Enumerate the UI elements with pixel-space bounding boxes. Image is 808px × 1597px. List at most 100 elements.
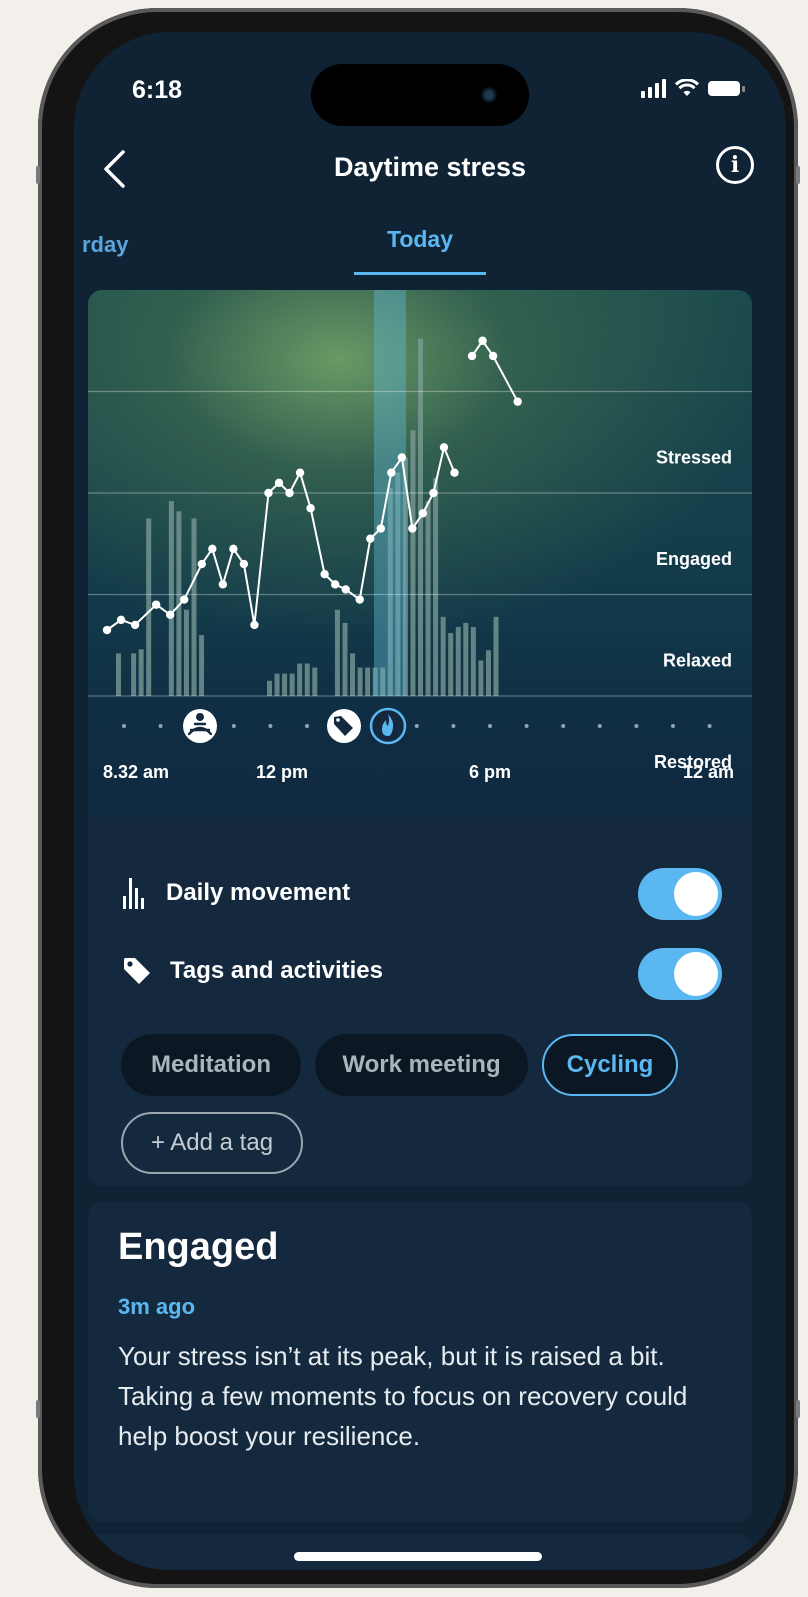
stress-point (306, 504, 315, 513)
stress-point (355, 595, 364, 604)
daily-movement-toggle[interactable] (638, 868, 722, 920)
stress-status-card: Engaged 3m ago Your stress isn’t at its … (88, 1202, 752, 1522)
timeline-dot (671, 724, 675, 728)
stress-point (320, 570, 329, 579)
status-icons (641, 78, 745, 98)
movement-bar (138, 649, 144, 696)
movement-bar (463, 622, 469, 696)
tag-icon[interactable] (327, 709, 361, 743)
status-time: 6:18 (132, 76, 183, 104)
stress-line (471, 339, 519, 403)
movement-bar (304, 663, 310, 696)
movement-bar (440, 616, 446, 696)
movement-bar (448, 633, 454, 696)
movement-bar (191, 518, 197, 696)
cellular-signal-icon (641, 78, 666, 98)
stress-point (467, 351, 477, 361)
movement-bar (478, 660, 484, 696)
toggle-label: Daily movement (166, 879, 351, 906)
movement-bar (410, 430, 416, 696)
chart-options-panel: Daily movement Tags and activities Medit… (88, 818, 752, 1186)
tags-activities-row: Tags and activities (122, 956, 383, 986)
dynamic-island (311, 64, 529, 126)
tab-yesterday[interactable]: rday (82, 232, 128, 258)
level-label: Relaxed (663, 651, 732, 671)
stress-point (102, 625, 112, 635)
timeline-dot (597, 724, 602, 728)
stress-point (397, 453, 407, 462)
timeline-dot (122, 724, 126, 728)
timeline-dot (305, 724, 309, 728)
add-tag-button[interactable]: + Add a tag (121, 1112, 303, 1174)
stress-point (341, 585, 350, 594)
tag-chip-meditation[interactable]: Meditation (121, 1034, 301, 1096)
movement-bar (493, 616, 499, 696)
movement-bar (365, 667, 371, 696)
movement-bar (199, 635, 205, 696)
movement-bar (334, 609, 340, 696)
stress-point (166, 610, 175, 619)
x-tick-label: 8.32 am (103, 762, 169, 782)
tag-chip-work-meeting[interactable]: Work meeting (315, 1034, 528, 1096)
timeline-dot (488, 724, 492, 728)
movement-bar (470, 626, 476, 696)
stress-point (250, 620, 259, 630)
level-label: Engaged (656, 549, 732, 569)
stress-point (239, 559, 249, 569)
stress-point (229, 544, 238, 554)
tag-icon (124, 958, 150, 984)
page-title: Daytime stress (333, 152, 527, 182)
tags-activities-toggle[interactable] (638, 948, 722, 1000)
tag-chip-cycling[interactable]: Cycling (542, 1034, 678, 1096)
stress-chart-svg: StressedEngagedRelaxedRestored 8.32 am 12… (88, 290, 752, 782)
screen: 6:18 Daytime stress i rday Today Stresse… (74, 32, 786, 1570)
stress-chart[interactable]: Stressed Engaged Relaxed Restored 8.32 am 12… (88, 290, 752, 818)
stress-point (116, 615, 126, 625)
toggle-knob (674, 952, 718, 996)
meditation-icon[interactable] (183, 709, 217, 743)
movement-bar (146, 518, 152, 696)
stress-point (439, 443, 449, 452)
x-tick-label: 12 pm (256, 762, 308, 782)
stress-point (513, 397, 522, 406)
movement-bar (357, 667, 363, 696)
info-icon[interactable]: i (716, 146, 754, 184)
movement-bar (168, 501, 174, 696)
stress-point (295, 468, 305, 477)
timeline-dot (707, 724, 712, 728)
tab-today[interactable]: Today (354, 226, 486, 253)
stress-point (418, 509, 428, 518)
status-description: Your stress isn’t at its peak, but it is… (118, 1341, 688, 1451)
level-label: Stressed (656, 448, 732, 468)
movement-bar (342, 622, 348, 696)
stress-point (488, 351, 498, 361)
wifi-icon (675, 79, 699, 96)
side-button (36, 166, 40, 184)
movement-bar (282, 673, 288, 696)
movement-bar (350, 653, 356, 696)
fire-icon[interactable] (369, 707, 407, 745)
daily-movement-row: Daily movement (122, 876, 350, 910)
timeline-dot (268, 724, 273, 728)
movement-bar (425, 501, 431, 696)
movement-bar (131, 653, 137, 696)
timeline-dot (231, 724, 236, 728)
x-tick-label: 12 am (683, 762, 734, 782)
stress-point (264, 488, 273, 498)
stress-point (130, 620, 140, 630)
stress-point (285, 488, 294, 498)
stress-point (408, 524, 417, 533)
battery-icon (708, 80, 745, 96)
timeline-dot (561, 724, 566, 728)
stress-point (478, 336, 487, 345)
movement-bar (312, 667, 318, 696)
status-time-ago: 3m ago (118, 1294, 196, 1319)
movement-bar (289, 673, 295, 696)
movement-bar (183, 609, 189, 696)
status-title: Engaged (118, 1226, 279, 1268)
movement-bar (455, 626, 461, 696)
stress-point (429, 488, 438, 498)
stress-point (387, 468, 396, 477)
stress-point (330, 580, 340, 589)
side-button (796, 1400, 800, 1418)
